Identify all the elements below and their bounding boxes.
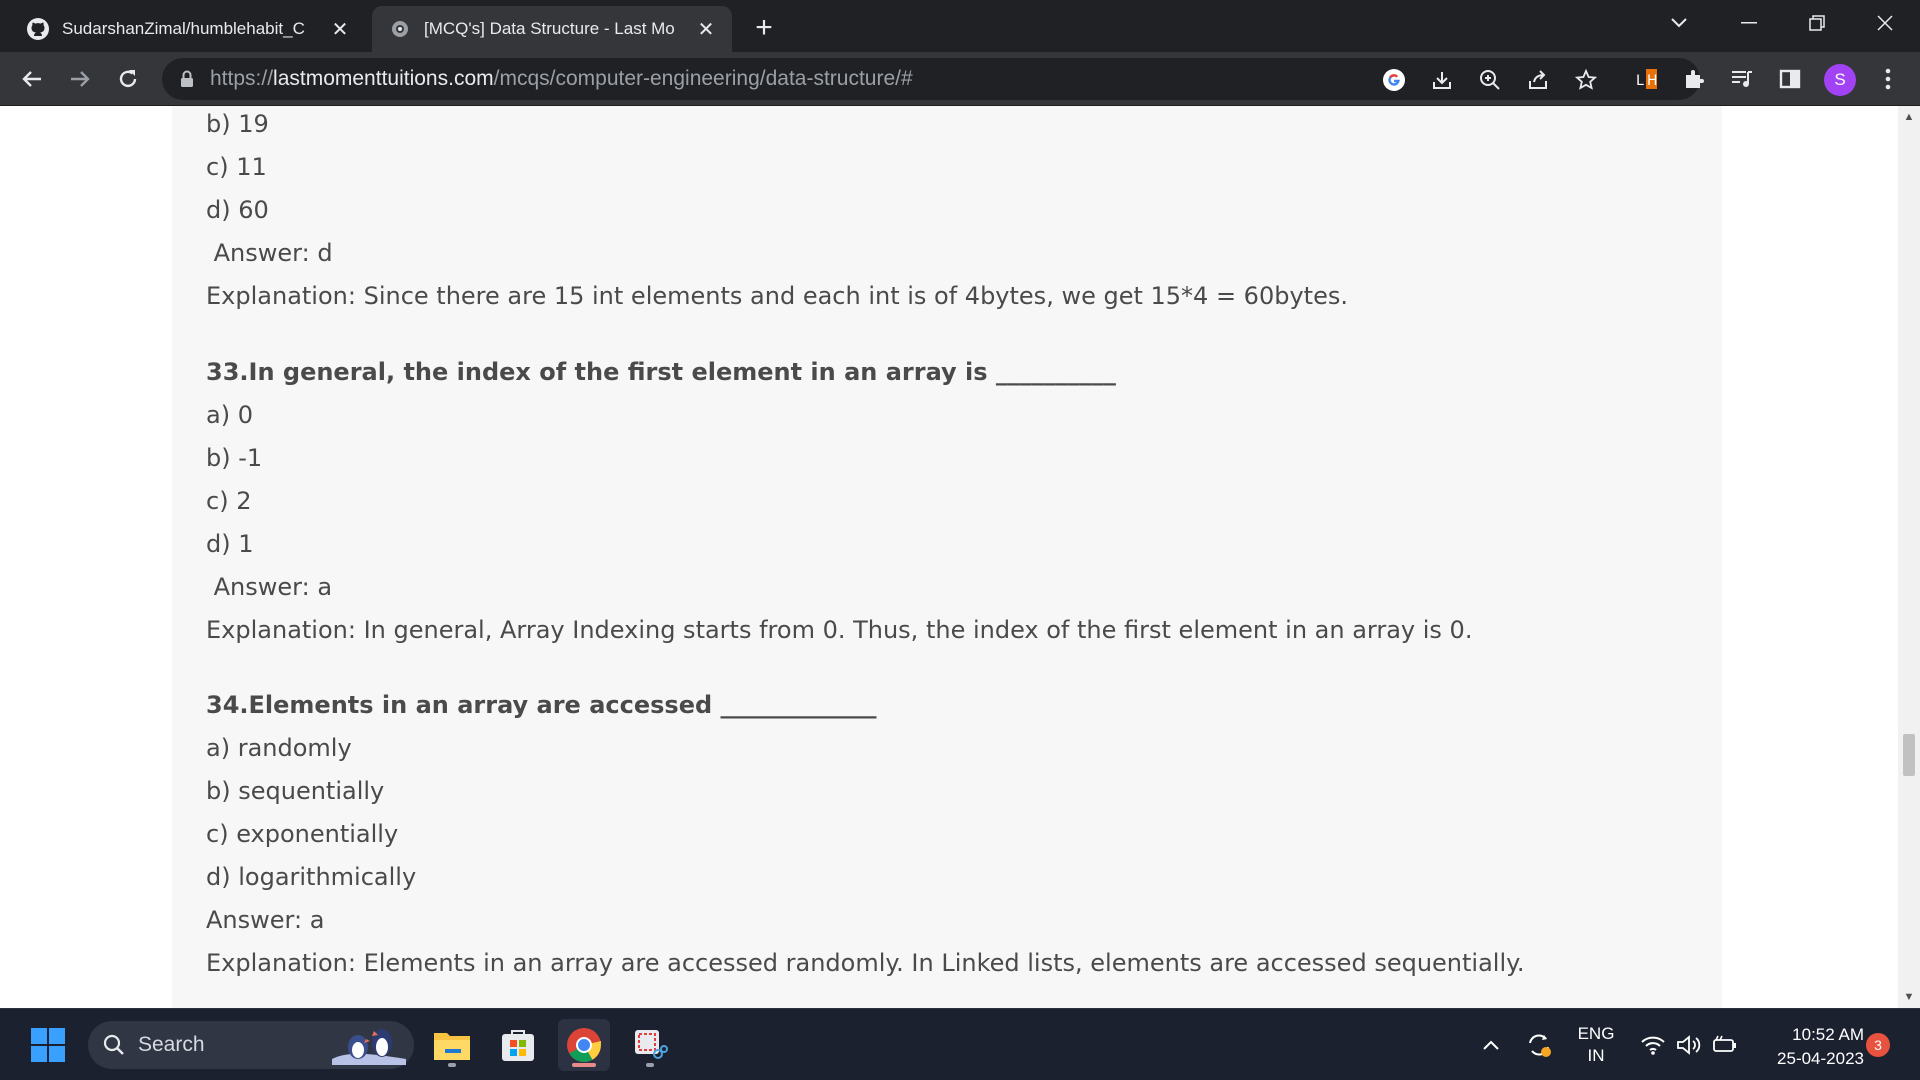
share-icon[interactable] — [1524, 66, 1552, 94]
answer-text: Answer: d — [206, 239, 333, 267]
media-playlist-icon[interactable] — [1728, 65, 1756, 93]
extension-lh-icon[interactable]: LH — [1632, 65, 1660, 93]
tab-close-icon[interactable]: ✕ — [328, 17, 352, 41]
mcq-article: b) 19 c) 11 d) 60 Answer: d Explanation:… — [172, 106, 1722, 1008]
option-text: a) randomly — [206, 734, 352, 762]
url-text: https://lastmomenttuitions.com/mcqs/comp… — [210, 67, 913, 91]
explanation-text: Explanation: Elements in an array are ac… — [206, 949, 1525, 977]
option-text: d) 60 — [206, 196, 269, 224]
microsoft-store-icon[interactable] — [492, 1019, 544, 1071]
tab-title: SudarshanZimal/humblehabit_C — [62, 19, 305, 38]
question-heading: 33.In general, the index of the first el… — [206, 358, 1116, 386]
tab-title: [MCQ's] Data Structure - Last Mo — [424, 19, 675, 38]
file-explorer-icon[interactable] — [426, 1019, 478, 1071]
google-icon[interactable] — [1380, 66, 1408, 94]
search-label: Search — [138, 1033, 205, 1056]
scrollbar-thumb[interactable] — [1903, 734, 1915, 776]
snipping-tool-icon[interactable] — [624, 1019, 676, 1071]
lock-icon — [180, 69, 196, 89]
svg-text:L: L — [1636, 73, 1644, 89]
tab-mcq[interactable]: [MCQ's] Data Structure - Last Mo ✕ — [372, 6, 732, 52]
option-text: b) sequentially — [206, 777, 385, 805]
wifi-icon[interactable] — [1636, 1009, 1670, 1080]
svg-text:H: H — [1647, 73, 1658, 89]
menu-kebab-icon[interactable] — [1874, 65, 1902, 93]
windows-start-icon[interactable] — [22, 1019, 74, 1071]
tab-strip: SudarshanZimal/humblehabit_C ✕ [MCQ's] D… — [0, 0, 1920, 52]
running-indicator — [448, 1063, 456, 1067]
side-panel-icon[interactable] — [1776, 65, 1804, 93]
address-bar[interactable]: https://lastmomenttuitions.com/mcqs/comp… — [162, 58, 1700, 100]
close-window-icon[interactable] — [1852, 0, 1918, 46]
language-indicator[interactable]: ENG IN — [1570, 1023, 1622, 1067]
minimize-icon[interactable] — [1716, 0, 1782, 46]
taskbar-clock[interactable]: 10:52 AM 25-04-2023 — [1748, 1023, 1864, 1071]
option-text: d) 1 — [206, 530, 254, 558]
url-path: /mcqs/computer-engineering/data-structur… — [493, 67, 913, 90]
zoom-icon[interactable] — [1476, 66, 1504, 94]
question-heading: 34.Elements in an array are accessed ___… — [206, 691, 877, 719]
running-indicator — [646, 1063, 654, 1067]
tab-close-icon[interactable]: ✕ — [694, 17, 718, 41]
chrome-taskbar-icon[interactable] — [558, 1019, 610, 1071]
option-text: c) exponentially — [206, 820, 399, 848]
show-hidden-icons-icon[interactable] — [1476, 1009, 1506, 1080]
clock-date: 25-04-2023 — [1777, 1049, 1864, 1068]
forward-icon[interactable] — [62, 61, 98, 97]
profile-avatar[interactable]: S — [1824, 64, 1856, 96]
explanation-text: Explanation: Since there are 15 int elem… — [206, 282, 1348, 310]
answer-text: Answer: a — [206, 573, 333, 601]
back-icon[interactable] — [14, 61, 50, 97]
clock-time: 10:52 AM — [1792, 1025, 1864, 1044]
option-text: d) logarithmically — [206, 863, 417, 891]
page-scrollbar[interactable]: ▲ ▼ — [1898, 106, 1920, 1008]
tab-github[interactable]: SudarshanZimal/humblehabit_C ✕ — [10, 6, 366, 52]
new-tab-button[interactable]: + — [748, 11, 780, 44]
bookmark-star-icon[interactable] — [1572, 66, 1600, 94]
url-scheme: https:// — [210, 67, 274, 90]
search-highlight-icon — [328, 1025, 410, 1071]
option-text: b) 19 — [206, 110, 269, 138]
option-text: b) -1 — [206, 444, 263, 472]
explanation-text: Explanation: In general, Array Indexing … — [206, 616, 1473, 644]
site-icon — [388, 17, 412, 41]
install-app-icon[interactable] — [1428, 66, 1456, 94]
notification-badge[interactable]: 3 — [1866, 1033, 1890, 1057]
browser-toolbar: https://lastmomenttuitions.com/mcqs/comp… — [0, 52, 1920, 106]
github-icon — [26, 17, 50, 41]
battery-icon[interactable] — [1708, 1009, 1742, 1080]
reload-icon[interactable] — [110, 61, 146, 97]
page-viewport: b) 19 c) 11 d) 60 Answer: d Explanation:… — [0, 106, 1898, 1008]
restore-icon[interactable] — [1784, 0, 1850, 46]
tab-search-icon[interactable] — [1646, 0, 1712, 46]
region-code: IN — [1587, 1046, 1605, 1065]
taskbar-search[interactable]: Search — [88, 1021, 414, 1069]
language-code: ENG — [1577, 1024, 1615, 1043]
answer-text: Answer: a — [206, 906, 325, 934]
search-icon — [102, 1033, 126, 1057]
volume-icon[interactable] — [1672, 1009, 1706, 1080]
sync-status-icon[interactable] — [1522, 1009, 1556, 1080]
extensions-puzzle-icon[interactable] — [1680, 65, 1708, 93]
scroll-up-icon[interactable]: ▲ — [1898, 106, 1920, 128]
scroll-down-icon[interactable]: ▼ — [1898, 986, 1920, 1008]
url-host: lastmomenttuitions.com — [273, 67, 494, 90]
active-indicator — [572, 1063, 596, 1067]
windows-taskbar: Search ENG IN 10:52 AM 25-04-2023 3 — [0, 1008, 1920, 1080]
option-text: c) 2 — [206, 487, 252, 515]
option-text: c) 11 — [206, 153, 267, 181]
option-text: a) 0 — [206, 401, 253, 429]
